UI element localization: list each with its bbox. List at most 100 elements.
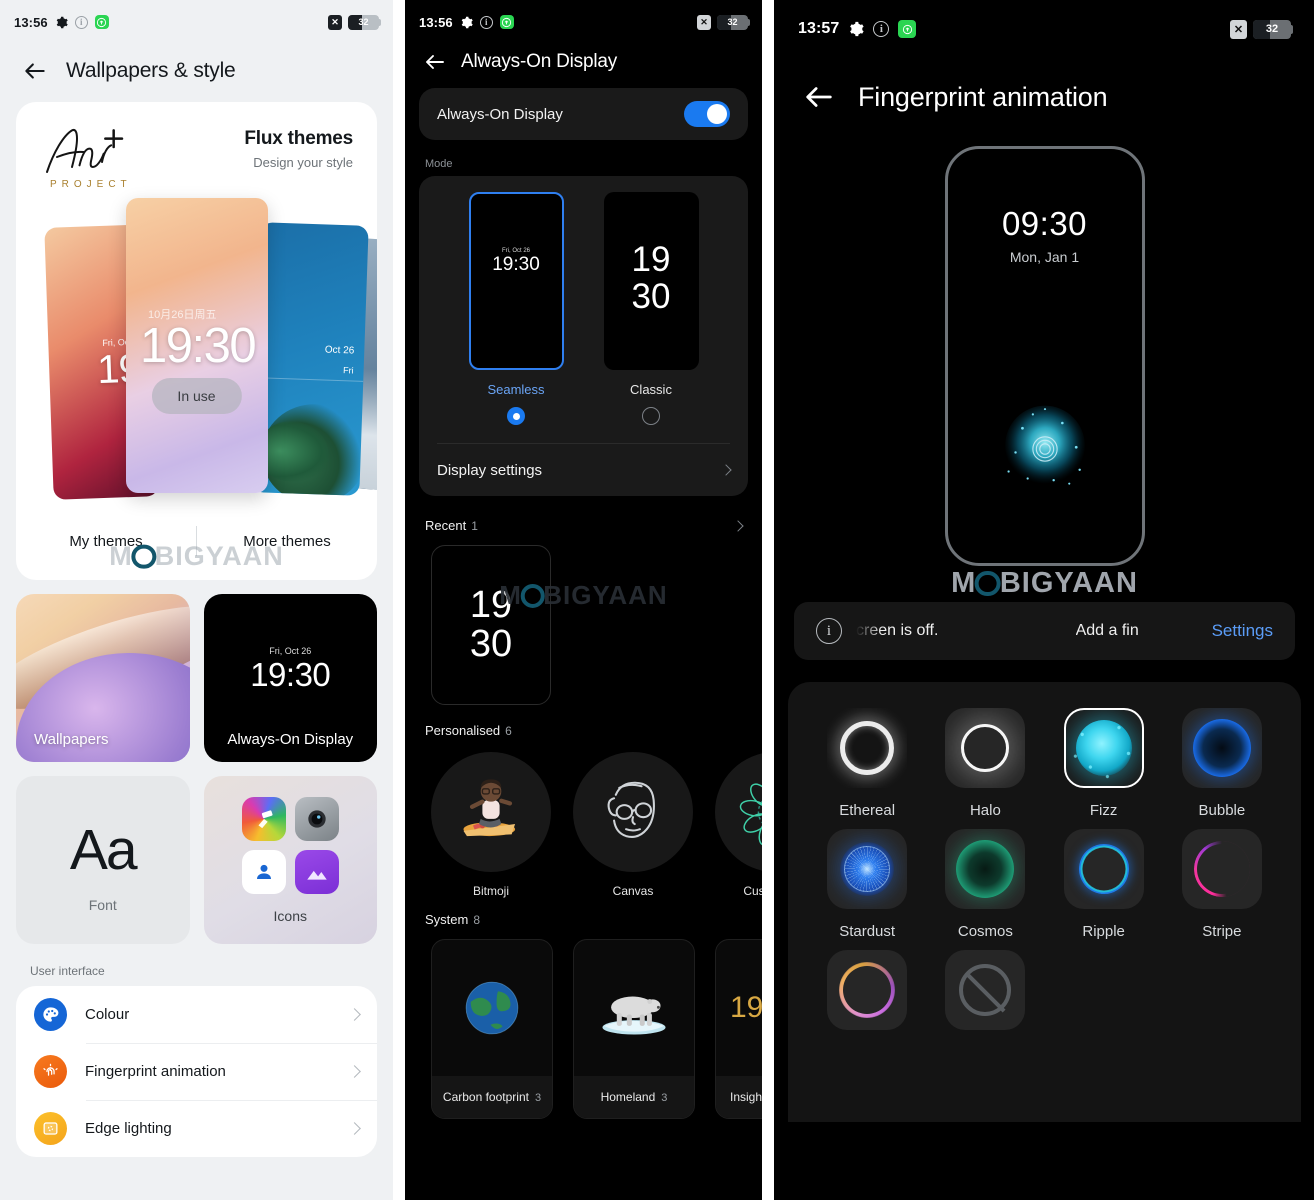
battery-icon: 32 (1253, 19, 1293, 39)
panel-always-on-display: 13:56 i ✕ 32 Always-On Display Always-On… (405, 0, 762, 1200)
cosmos-thumbnail[interactable] (945, 829, 1026, 909)
gear-icon (55, 16, 68, 29)
list-item-fingerprint-animation[interactable]: Fingerprint animation (16, 1043, 377, 1100)
tile-icons[interactable]: Icons (203, 776, 377, 944)
always-on-display-toggle-row[interactable]: Always-On Display (419, 88, 748, 140)
flux-title: Flux themes (244, 128, 353, 149)
page-header: Wallpapers & style (0, 44, 393, 102)
halo-thumbnail[interactable] (945, 708, 1026, 788)
mode-radio-classic[interactable] (642, 407, 660, 425)
system-item-insight[interactable]: 19 Insight (715, 939, 762, 1119)
tiles-row-2: Aa Font Icons (16, 776, 377, 944)
system-item-carbon-footprint-count: 3 (534, 1091, 542, 1104)
system-item-homeland-count: 3 (661, 1091, 668, 1104)
art-project-wordmark: PROJECT (50, 179, 132, 190)
info-icon: i (816, 618, 842, 644)
animation-option-ethereal[interactable]: Ethereal (808, 708, 926, 819)
bubble-thumbnail[interactable] (1181, 708, 1262, 788)
status-bar: 13:57 i ✕ 32 (774, 0, 1314, 58)
personalised-item-bitmoji[interactable]: Bitmoji (431, 752, 551, 898)
ripple-thumbnail[interactable] (1063, 829, 1144, 909)
chevron-right-icon (348, 1008, 361, 1021)
tile-wallpapers[interactable]: Wallpapers (16, 594, 190, 762)
add-a-fingerprint-action[interactable]: Add a fin (1076, 622, 1194, 640)
animation-picker-sheet: Ethereal Halo Fizz Bubble Stardust Cosmo… (788, 682, 1301, 1122)
battery-percent: 32 (1265, 23, 1279, 35)
back-arrow-icon[interactable] (423, 50, 447, 74)
recent-thumb-digits: 19 30 (469, 584, 513, 665)
animation-option-none[interactable]: None (926, 950, 1044, 1061)
status-bar-left: 13:56 i (14, 15, 109, 30)
mode-option-seamless[interactable]: Fri, Oct 26 19:30 Seamless (468, 192, 564, 425)
fizz-thumbnail-selected[interactable] (1063, 708, 1144, 788)
page-title: Always-On Display (461, 51, 618, 72)
mode-preview-seamless[interactable]: Fri, Oct 26 19:30 (468, 192, 564, 370)
status-bar-clock: 13:56 (14, 14, 48, 30)
tile-always-on-display[interactable]: Fri, Oct 26 19:30 Always-On Display (203, 594, 377, 762)
page-header: Fingerprint animation (774, 58, 1314, 136)
photos-icon (294, 849, 339, 894)
tile-wallpapers-label: Wallpapers (34, 731, 109, 748)
mode-radio-seamless[interactable] (507, 407, 525, 425)
chevron-right-icon (348, 1065, 361, 1078)
battery-percent: 32 (358, 17, 369, 27)
vpn-key-icon (499, 15, 514, 29)
fingerprint-info-banner[interactable]: i creen is off. Add a fin Settings (794, 602, 1295, 660)
stripe-thumbnail[interactable] (1181, 829, 1262, 909)
animation-option-stripe[interactable]: Stripe (1163, 829, 1281, 940)
animation-option-stardust[interactable]: Stardust (808, 829, 926, 940)
status-bar-right: ✕ 32 (1230, 19, 1293, 39)
personalised-item-canvas-label: Canvas (612, 884, 654, 898)
stardust-thumbnail[interactable] (827, 829, 908, 909)
mode-option-classic[interactable]: 19 30 Classic (603, 192, 699, 425)
always-on-display-switch[interactable] (684, 101, 730, 127)
list-item-edge-lighting[interactable]: Edge lighting (16, 1100, 377, 1157)
none-thumbnail[interactable] (945, 950, 1026, 1030)
animation-option-flame[interactable]: Flame (808, 950, 926, 1061)
contacts-icon (241, 849, 286, 894)
display-settings-row[interactable]: Display settings (419, 444, 748, 496)
ethereal-thumbnail[interactable] (827, 708, 907, 788)
gear-icon (460, 16, 473, 29)
animation-option-ripple[interactable]: Ripple (1045, 829, 1163, 940)
animation-label-cosmos: Cosmos (957, 923, 1013, 940)
system-item-carbon-footprint[interactable]: Carbon footprint 3 (431, 939, 553, 1119)
chevron-right-icon[interactable] (732, 519, 744, 532)
animation-label-bubble: Bubble (1198, 802, 1246, 819)
back-arrow-icon[interactable] (22, 58, 48, 84)
animation-option-halo[interactable]: Halo (926, 708, 1044, 819)
animation-option-bubble[interactable]: Bubble (1163, 708, 1281, 819)
preview-3-day: Fri (342, 365, 354, 376)
tiles-row-1: Wallpapers Fri, Oct 26 19:30 Always-On D… (16, 594, 377, 762)
personalised-items: Bitmoji Canvas Cus (405, 738, 762, 898)
tab-more-themes[interactable]: More themes (197, 533, 377, 550)
mode-card: Fri, Oct 26 19:30 Seamless 19 30 Classic (419, 176, 748, 496)
recent-aod-thumbnail[interactable]: 19 30 (431, 545, 551, 705)
system-item-homeland[interactable]: Homeland 3 (573, 939, 695, 1119)
back-arrow-icon[interactable] (802, 80, 836, 114)
chevron-right-icon (720, 464, 732, 476)
list-item-colour[interactable]: Colour (16, 986, 377, 1043)
personalised-item-customised[interactable]: Customised (715, 752, 762, 898)
ethereal-ring-icon (840, 721, 895, 775)
flux-themes-card[interactable]: PROJECT Flux themes Design your style Oc… (16, 102, 377, 580)
battery-percent: 32 (727, 17, 738, 27)
flame-thumbnail[interactable] (827, 950, 908, 1030)
wallpaper-fan[interactable]: Oct 26 Fri Fri, Oct 26 19:30 10月26日周五 19… (16, 196, 377, 500)
animation-option-cosmos[interactable]: Cosmos (926, 829, 1044, 940)
themes-tabs: My themes More themes (16, 502, 377, 580)
bitmoji-avatar-icon (431, 752, 551, 872)
face-sketch-icon (573, 752, 693, 872)
animation-option-fizz[interactable]: Fizz (1045, 708, 1163, 819)
tab-my-themes[interactable]: My themes (16, 533, 196, 550)
personalised-item-canvas[interactable]: Canvas (573, 752, 693, 898)
recent-group-header[interactable]: Recent 1 (405, 518, 762, 533)
settings-link[interactable]: Settings (1212, 621, 1273, 641)
mode-preview-classic[interactable]: 19 30 (603, 192, 699, 370)
mode-label-classic: Classic (630, 382, 672, 397)
info-icon: i (74, 15, 88, 29)
bubble-icon (1192, 719, 1251, 777)
stripe-icon (1194, 841, 1250, 897)
chevron-right-icon (348, 1122, 361, 1135)
tile-font[interactable]: Aa Font (16, 776, 190, 944)
